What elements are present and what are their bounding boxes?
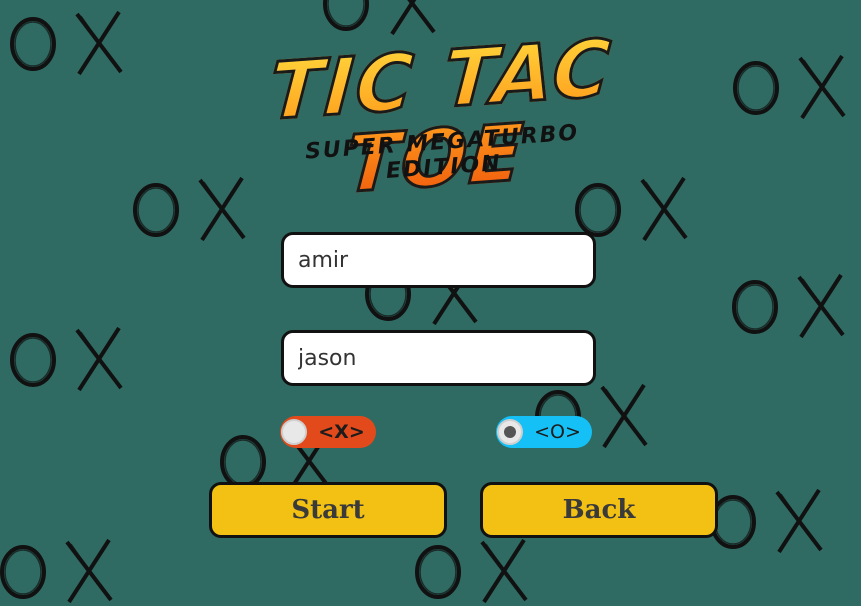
x-mark-icon	[61, 536, 117, 606]
player-one-name-input[interactable]	[281, 232, 596, 288]
o-mark-icon	[128, 178, 184, 242]
x-mark-icon	[71, 8, 127, 78]
game-logo: TIC TAC TOE SUPER MEGATURBO EDITION	[215, 22, 665, 212]
toggle-knob	[281, 419, 307, 445]
x-mark-icon	[71, 324, 127, 394]
player-two-symbol-toggle[interactable]: <O>	[496, 416, 592, 448]
x-mark-icon	[384, 0, 440, 38]
o-mark-icon	[5, 12, 61, 76]
player-one-symbol-toggle[interactable]: <X>	[280, 416, 376, 448]
o-mark-icon	[727, 275, 783, 339]
player-two-name-input[interactable]	[281, 330, 596, 386]
x-mark-icon	[476, 536, 532, 606]
x-mark-icon	[771, 486, 827, 556]
x-mark-icon	[596, 381, 652, 451]
x-symbol-label: <X>	[318, 421, 365, 443]
x-mark-icon	[794, 52, 850, 122]
o-mark-icon	[318, 0, 374, 36]
o-symbol-label: <O>	[534, 421, 581, 443]
start-button[interactable]: Start	[209, 482, 447, 538]
o-mark-icon	[0, 540, 51, 604]
o-mark-icon	[728, 56, 784, 120]
toggle-knob-selected	[497, 419, 523, 445]
x-mark-icon	[793, 271, 849, 341]
o-mark-icon	[5, 328, 61, 392]
back-button[interactable]: Back	[480, 482, 718, 538]
o-mark-icon	[410, 540, 466, 604]
